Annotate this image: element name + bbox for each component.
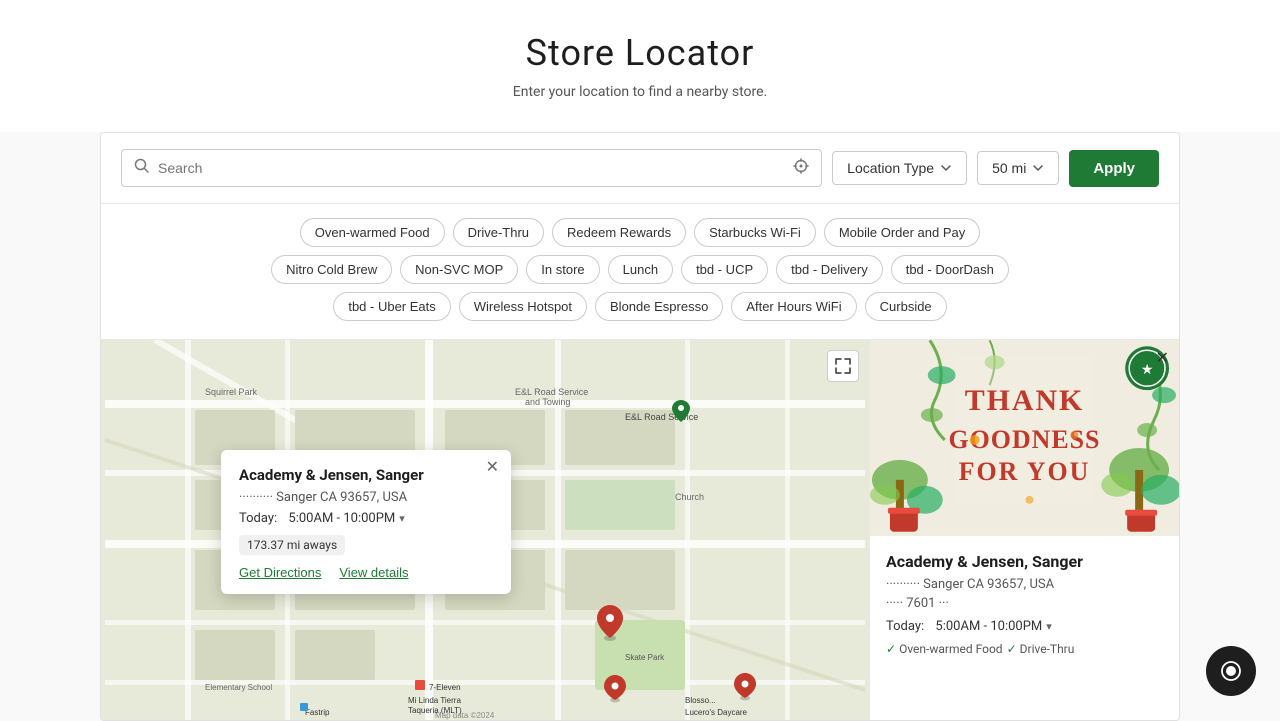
sidebar-address: ·········· Sanger CA 93657, USA: [886, 577, 1163, 592]
svg-text:Skate Park: Skate Park: [625, 653, 665, 662]
popup-hours: Today: 5:00AM - 10:00PM ▾: [239, 511, 493, 526]
svg-text:Lucero's Daycare: Lucero's Daycare: [685, 708, 748, 717]
svg-text:Blosso...: Blosso...: [685, 696, 716, 705]
svg-text:Fastrip: Fastrip: [305, 708, 330, 717]
content-area: Skate Park Squirrel Park Cesar Chavez Pa…: [101, 340, 1179, 720]
page-subtitle: Enter your location to find a nearby sto…: [20, 84, 1260, 100]
filter-tag-tbd-ucp[interactable]: tbd - UCP: [681, 255, 768, 284]
sidebar-phone: ····· 7601 ···: [886, 596, 1163, 611]
popup-distance-badge: 173.37 mi aways: [239, 535, 345, 555]
search-icon: [134, 158, 150, 178]
svg-text:Church: Church: [675, 492, 704, 502]
filter-tag-tbd-doordash[interactable]: tbd - DoorDash: [891, 255, 1009, 284]
svg-text:Elementary School: Elementary School: [205, 683, 272, 692]
search-input-wrapper: [121, 149, 822, 187]
location-type-dropdown[interactable]: Location Type: [832, 151, 967, 185]
fullscreen-button[interactable]: [827, 350, 859, 382]
hours-chevron-icon[interactable]: ▾: [399, 512, 405, 525]
distance-dropdown[interactable]: 50 mi: [977, 151, 1059, 185]
svg-text:and Towing: and Towing: [525, 397, 570, 407]
filter-tag-drive-thru[interactable]: Drive-Thru: [453, 218, 544, 247]
popup-address: ·········· Sanger CA 93657, USA: [239, 490, 493, 505]
popup-links: Get Directions View details: [239, 565, 493, 580]
view-details-link[interactable]: View details: [339, 565, 408, 580]
chat-button[interactable]: [1206, 646, 1256, 696]
sidebar-store-name: Academy & Jensen, Sanger: [886, 552, 1163, 571]
checkmark-icon: ✓: [886, 642, 896, 656]
filter-tag-oven-warmed-food[interactable]: Oven-warmed Food: [300, 218, 445, 247]
map-popup: ✕ Academy & Jensen, Sanger ·········· Sa…: [221, 450, 511, 594]
filter-tag-starbucks-wifi[interactable]: Starbucks Wi-Fi: [694, 218, 816, 247]
location-target-icon[interactable]: [793, 158, 809, 178]
search-row: Location Type 50 mi Apply: [101, 133, 1179, 204]
filter-tag-redeem-rewards[interactable]: Redeem Rewards: [552, 218, 686, 247]
filter-tag-mobile-order-pay[interactable]: Mobile Order and Pay: [824, 218, 980, 247]
svg-text:FOR YOU: FOR YOU: [959, 457, 1091, 486]
filter-tag-wireless-hotspot[interactable]: Wireless Hotspot: [459, 292, 587, 321]
filter-tag-tbd-ubereats[interactable]: tbd - Uber Eats: [333, 292, 450, 321]
svg-text:Mi Linda Tierra: Mi Linda Tierra: [408, 696, 461, 705]
right-sidebar: ✕: [869, 340, 1179, 720]
main-container: Location Type 50 mi Apply Oven-warmed Fo…: [100, 132, 1180, 721]
svg-text:Squirrel Park: Squirrel Park: [205, 387, 258, 397]
svg-text:7-Eleven: 7-Eleven: [429, 683, 461, 692]
svg-text:THANK: THANK: [965, 384, 1085, 417]
feature-oven-warmed: ✓ Oven-warmed Food: [886, 642, 1003, 656]
svg-text:Taqueria (MLT): Taqueria (MLT): [408, 706, 462, 715]
search-input[interactable]: [158, 160, 785, 176]
filter-tag-non-svc-mop[interactable]: Non-SVC MOP: [400, 255, 518, 284]
promo-banner: ✕: [870, 340, 1179, 536]
store-info-section: Academy & Jensen, Sanger ·········· Sang…: [870, 536, 1179, 672]
get-directions-link[interactable]: Get Directions: [239, 565, 321, 580]
map-area[interactable]: Skate Park Squirrel Park Cesar Chavez Pa…: [101, 340, 869, 720]
filter-tag-tbd-delivery[interactable]: tbd - Delivery: [776, 255, 883, 284]
feature-drive-thru: ✓ Drive-Thru: [1007, 642, 1075, 656]
apply-button[interactable]: Apply: [1069, 150, 1159, 187]
filter-tags-row-2: Nitro Cold Brew Non-SVC MOP In store Lun…: [121, 255, 1159, 284]
checkmark-icon: ✓: [1007, 642, 1017, 656]
filter-tags-section: Oven-warmed Food Drive-Thru Redeem Rewar…: [101, 204, 1179, 340]
filter-tags-row-3: tbd - Uber Eats Wireless Hotspot Blonde …: [121, 292, 1159, 321]
page-title: Store Locator: [20, 32, 1260, 74]
sidebar-hours-chevron-icon[interactable]: ▾: [1046, 620, 1052, 633]
sidebar-hours: Today: 5:00AM - 10:00PM ▾: [886, 619, 1163, 634]
filter-tags-row-1: Oven-warmed Food Drive-Thru Redeem Rewar…: [121, 218, 1159, 247]
filter-tag-lunch[interactable]: Lunch: [608, 255, 673, 284]
popup-close-button[interactable]: ✕: [486, 460, 499, 476]
page-header: Store Locator Enter your location to fin…: [0, 0, 1280, 132]
filter-tag-curbside[interactable]: Curbside: [865, 292, 947, 321]
promo-close-button[interactable]: ✕: [1156, 348, 1169, 368]
sidebar-features: ✓ Oven-warmed Food ✓ Drive-Thru: [886, 642, 1163, 656]
svg-text:E&L Road Service: E&L Road Service: [515, 387, 588, 397]
popup-store-name: Academy & Jensen, Sanger: [239, 466, 493, 484]
svg-text:★: ★: [1141, 363, 1154, 378]
filter-tag-in-store[interactable]: In store: [526, 255, 599, 284]
filter-tag-nitro-cold-brew[interactable]: Nitro Cold Brew: [271, 255, 392, 284]
filter-tag-after-hours-wifi[interactable]: After Hours WiFi: [731, 292, 856, 321]
filter-tag-blonde-espresso[interactable]: Blonde Espresso: [595, 292, 723, 321]
